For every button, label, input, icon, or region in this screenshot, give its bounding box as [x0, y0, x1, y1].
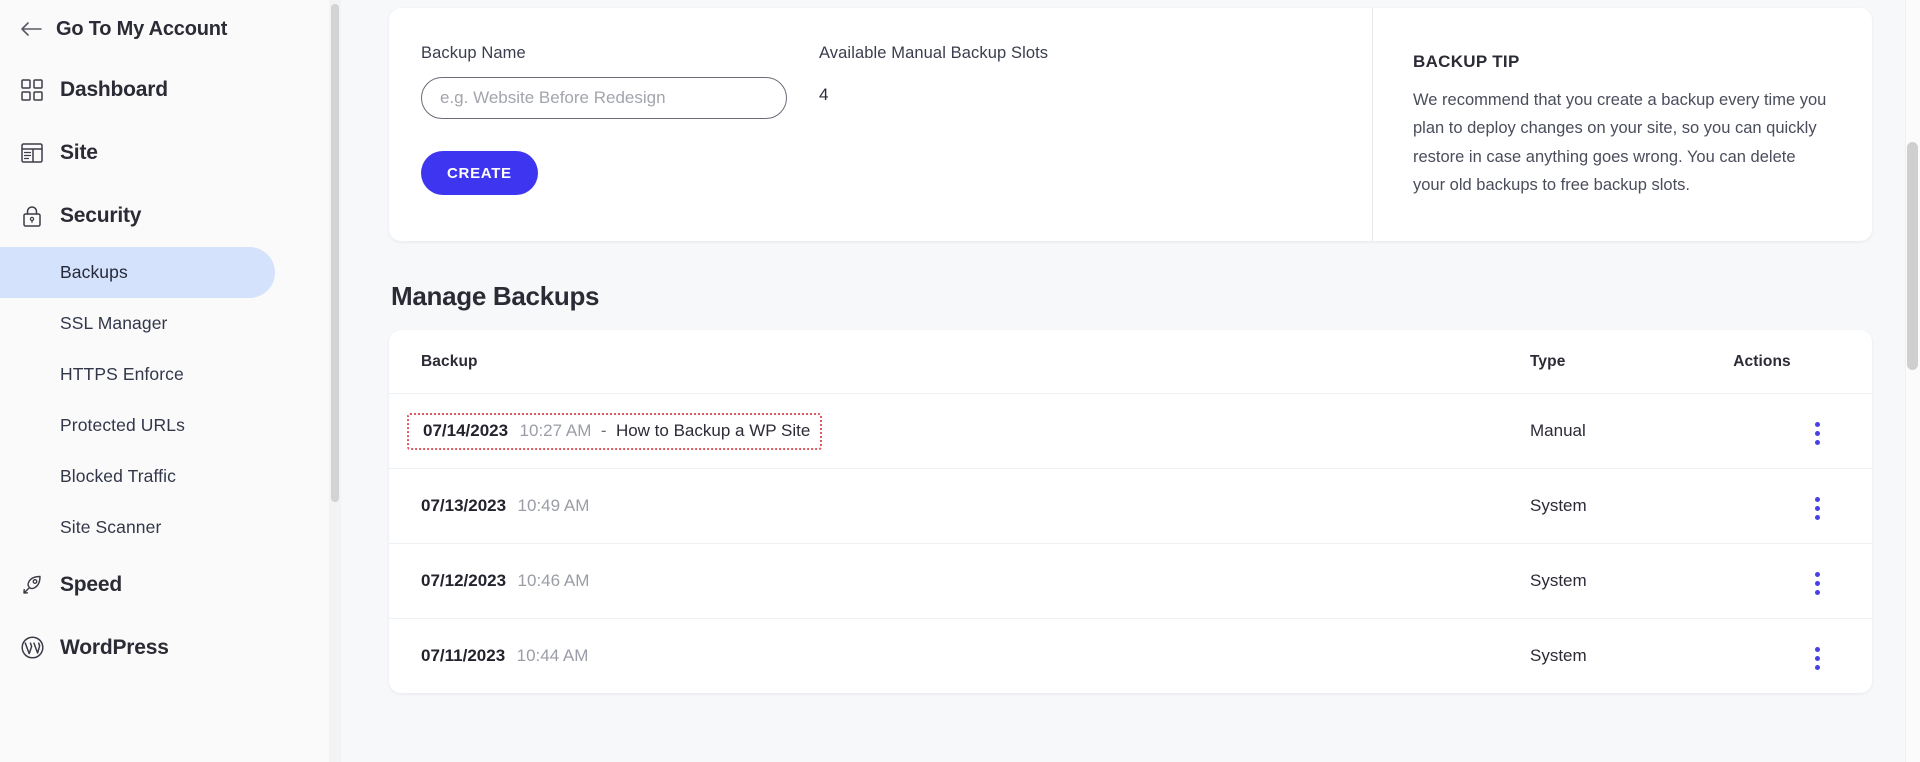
available-slots-group: Available Manual Backup Slots 4	[819, 44, 1048, 211]
sidebar-item-protected-urls-label: Protected URLs	[60, 415, 185, 436]
sidebar-item-ssl-manager[interactable]: SSL Manager	[0, 298, 341, 349]
sidebar-item-dashboard[interactable]: Dashboard	[0, 58, 341, 121]
sidebar-item-security-label: Security	[60, 204, 141, 228]
browser-window-icon	[20, 141, 44, 165]
sidebar-item-https-enforce-label: HTTPS Enforce	[60, 364, 184, 385]
go-to-my-account-link[interactable]: Go To My Account	[0, 0, 341, 58]
backups-table: Backup Type Actions 07/14/2023 10:27 AM …	[389, 330, 1872, 693]
sidebar-item-site-label: Site	[60, 141, 98, 165]
table-row[interactable]: 07/12/2023 10:46 AM System	[389, 543, 1872, 618]
table-row[interactable]: 07/11/2023 10:44 AM System	[389, 618, 1872, 693]
table-row[interactable]: 07/13/2023 10:49 AM System	[389, 468, 1872, 543]
sidebar-item-wordpress[interactable]: WordPress	[0, 616, 341, 679]
go-to-my-account-label: Go To My Account	[56, 18, 227, 41]
backup-date: 07/11/2023	[421, 646, 505, 665]
sidebar-item-protected-urls[interactable]: Protected URLs	[0, 400, 341, 451]
backup-cell: 07/13/2023 10:49 AM	[421, 496, 1530, 516]
backup-cell: 07/11/2023 10:44 AM	[421, 646, 1530, 666]
arrow-left-icon	[20, 21, 42, 37]
sidebar-item-speed[interactable]: Speed	[0, 553, 341, 616]
backup-name-input[interactable]	[421, 77, 787, 119]
backup-cell: 07/14/2023 10:27 AM - How to Backup a WP…	[421, 413, 1530, 450]
page-scrollbar-thumb[interactable]	[1907, 142, 1918, 370]
create-button[interactable]: CREATE	[421, 151, 538, 195]
sidebar-scrollbar-thumb[interactable]	[331, 4, 339, 502]
row-actions	[1690, 564, 1840, 599]
highlight-box: 07/14/2023 10:27 AM - How to Backup a WP…	[407, 413, 822, 450]
kebab-menu-icon[interactable]	[1804, 493, 1830, 523]
available-slots-label: Available Manual Backup Slots	[819, 44, 1048, 63]
sidebar-item-blocked-traffic[interactable]: Blocked Traffic	[0, 451, 341, 502]
backup-name-field-group: Backup Name CREATE	[421, 44, 819, 211]
kebab-menu-icon[interactable]	[1804, 418, 1830, 448]
backup-time: 10:49 AM	[518, 496, 590, 515]
app-root: Go To My Account Dashboard	[0, 0, 1920, 762]
backup-time: 10:27 AM	[520, 421, 592, 440]
table-row[interactable]: 07/14/2023 10:27 AM - How to Backup a WP…	[389, 393, 1872, 468]
backup-type: Manual	[1530, 421, 1690, 441]
sidebar-item-security[interactable]: Security	[0, 184, 341, 247]
sidebar-item-backups[interactable]: Backups	[0, 247, 275, 298]
row-actions	[1690, 639, 1840, 674]
backup-tip-title: BACKUP TIP	[1413, 52, 1832, 72]
available-slots-value: 4	[819, 85, 1048, 105]
backup-name-label: Backup Name	[421, 44, 819, 63]
sidebar-item-site-scanner[interactable]: Site Scanner	[0, 502, 341, 553]
sidebar-item-dashboard-label: Dashboard	[60, 78, 168, 102]
sidebar-item-wordpress-label: WordPress	[60, 636, 169, 660]
sidebar-item-ssl-manager-label: SSL Manager	[60, 313, 167, 334]
backup-time: 10:46 AM	[518, 571, 590, 590]
sidebar-item-speed-label: Speed	[60, 573, 122, 597]
create-backup-card: Backup Name CREATE Available Manual Back…	[389, 8, 1872, 241]
backup-type: System	[1530, 496, 1690, 516]
wordpress-icon	[20, 636, 44, 660]
column-header-actions: Actions	[1690, 353, 1840, 371]
page-scrollbar[interactable]	[1905, 0, 1920, 762]
page-title: Manage Backups	[391, 281, 1872, 312]
kebab-menu-icon[interactable]	[1804, 568, 1830, 598]
column-header-backup: Backup	[421, 353, 1530, 371]
row-actions	[1690, 489, 1840, 524]
backup-time: 10:44 AM	[517, 646, 589, 665]
backup-separator: -	[601, 421, 607, 440]
sidebar-item-blocked-traffic-label: Blocked Traffic	[60, 466, 176, 487]
main-content: Backup Name CREATE Available Manual Back…	[341, 0, 1920, 762]
backup-type: System	[1530, 646, 1690, 666]
sidebar: Go To My Account Dashboard	[0, 0, 341, 762]
sidebar-item-site-scanner-label: Site Scanner	[60, 517, 161, 538]
sidebar-item-https-enforce[interactable]: HTTPS Enforce	[0, 349, 341, 400]
backup-tip-panel: BACKUP TIP We recommend that you create …	[1372, 8, 1872, 241]
sidebar-item-site[interactable]: Site	[0, 121, 341, 184]
table-header-row: Backup Type Actions	[389, 330, 1872, 393]
sidebar-item-backups-label: Backups	[60, 262, 128, 283]
rocket-icon	[20, 573, 44, 597]
row-actions	[1690, 414, 1840, 449]
sidebar-content: Go To My Account Dashboard	[0, 0, 341, 679]
backup-date: 07/14/2023	[423, 421, 508, 440]
backup-cell: 07/12/2023 10:46 AM	[421, 571, 1530, 591]
backup-type: System	[1530, 571, 1690, 591]
sidebar-scrollbar[interactable]	[329, 0, 341, 762]
column-header-type: Type	[1530, 353, 1690, 371]
backup-date: 07/12/2023	[421, 571, 506, 590]
lock-icon	[20, 204, 44, 228]
backup-name: How to Backup a WP Site	[616, 421, 810, 440]
grid-icon	[20, 78, 44, 102]
kebab-menu-icon[interactable]	[1804, 643, 1830, 673]
backup-date: 07/13/2023	[421, 496, 506, 515]
create-backup-form: Backup Name CREATE Available Manual Back…	[389, 8, 1372, 241]
backup-tip-body: We recommend that you create a backup ev…	[1413, 86, 1832, 200]
